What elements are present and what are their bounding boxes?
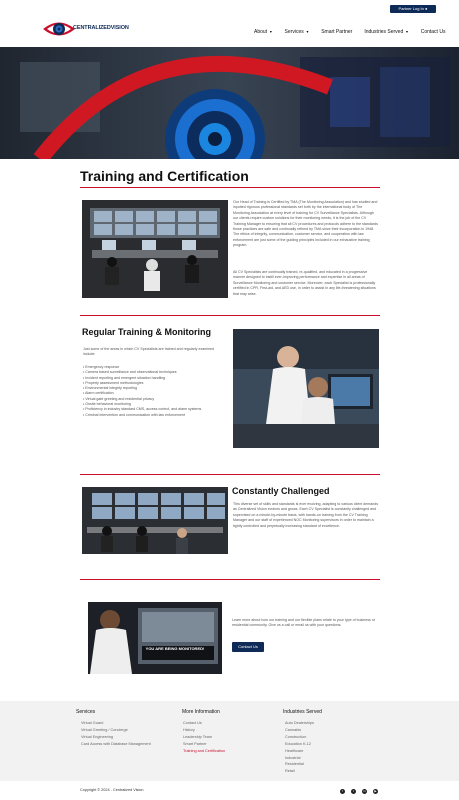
user-icon: ●	[425, 6, 428, 11]
challenged-title: Constantly Challenged	[232, 486, 330, 496]
footer-link[interactable]: Contact Us	[183, 720, 225, 727]
hero-banner	[0, 47, 459, 159]
footer-link[interactable]: Smart Partner	[183, 741, 225, 748]
footer-info-title: More Information	[182, 709, 220, 715]
footer-industries: Industries Served Auto Dealerships Canna…	[283, 709, 322, 775]
copyright-text: Copyright © 2024 - Centralized Vision	[80, 788, 144, 792]
regular-training-intro: Just some of the areas in which CV Speci…	[83, 347, 215, 357]
trainer-photo	[233, 329, 379, 448]
footer-more-info: More Information Contact Us History Lead…	[182, 709, 225, 755]
nav-about-label: About	[254, 29, 268, 35]
monitoring-room-photo	[82, 487, 228, 554]
nav-smart-partner-label: Smart Partner	[321, 29, 353, 35]
footer-link[interactable]: Auto Dealerships	[285, 720, 322, 727]
footer-link[interactable]: Card Access with Database Management	[81, 741, 151, 748]
footer-industries-title: Industries Served	[283, 709, 322, 715]
nav-services-label: Services	[284, 29, 304, 35]
cta-paragraph: Learn more about how our training and ou…	[232, 618, 376, 628]
linkedin-icon[interactable]: in	[362, 789, 367, 794]
control-room-photo	[82, 200, 228, 298]
footer-link[interactable]: Education K-12	[285, 741, 322, 748]
logo-text: CENTRALIZEDVISION	[73, 25, 129, 31]
youtube-icon[interactable]: ▶	[373, 789, 378, 794]
list-item: Criminal intervention and communication …	[83, 413, 201, 418]
regular-training-title: Regular Training & Monitoring	[82, 327, 211, 337]
nav-industries-label: Industries Served	[364, 29, 404, 35]
nav-services[interactable]: Services ▼	[285, 28, 310, 36]
section-divider	[80, 474, 380, 475]
section-divider	[80, 315, 380, 316]
footer-link[interactable]: Construction	[285, 734, 322, 741]
facebook-icon[interactable]: f	[340, 789, 345, 794]
footer-link[interactable]: Industrial	[285, 755, 322, 762]
footer-services-title: Services	[76, 709, 96, 715]
monitoring-operator-photo: YOU ARE BEING MONITORED!	[88, 602, 222, 674]
footer-link-active[interactable]: Training and Certification	[183, 748, 225, 755]
footer-link[interactable]: History	[183, 727, 225, 734]
social-links: f t in ▶	[340, 789, 378, 794]
nav-smart-partner[interactable]: Smart Partner	[321, 28, 352, 36]
footer-link[interactable]: Leadership Team	[183, 734, 225, 741]
partner-login-button[interactable]: Partner Log In ●	[390, 5, 436, 13]
chevron-down-icon: ▼	[305, 30, 310, 34]
footer-link[interactable]: Retail	[285, 768, 322, 775]
nav-contact[interactable]: Contact Us	[421, 28, 446, 36]
training-areas-list: Emergency response Camera based surveill…	[83, 365, 201, 418]
twitter-icon[interactable]: t	[351, 789, 356, 794]
page-title: Training and Certification	[80, 168, 249, 184]
intro-paragraph-2: All CV Specialists are continually train…	[233, 270, 376, 296]
main-nav: About ▼ Services ▼ Smart Partner Industr…	[254, 28, 445, 36]
footer-link[interactable]: Cannabis	[285, 727, 322, 734]
footer-link[interactable]: Virtual Greeting / Concierge	[81, 727, 151, 734]
intro-paragraph-1: Our Head of Training is Certified by TMA…	[233, 200, 378, 248]
hero-eye-image	[0, 47, 459, 159]
chevron-down-icon: ▼	[405, 30, 409, 34]
footer-link[interactable]: Virtual Engineering	[81, 734, 151, 741]
footer-link[interactable]: Residential	[285, 761, 322, 768]
footer: Services Virtual Guard Virtual Greeting …	[0, 701, 459, 781]
nav-about[interactable]: About ▼	[254, 28, 273, 36]
section-divider	[80, 579, 380, 580]
partner-login-label: Partner Log In	[398, 6, 424, 11]
challenged-paragraph: This diverse set of skills and standards…	[233, 502, 379, 528]
section-divider	[80, 187, 380, 188]
nav-contact-label: Contact Us	[420, 29, 446, 35]
chevron-down-icon: ▼	[269, 30, 273, 34]
footer-link[interactable]: Healthcare	[285, 748, 322, 755]
nav-industries[interactable]: Industries Served ▼	[364, 28, 408, 36]
monitored-caption: YOU ARE BEING MONITORED!	[145, 646, 205, 651]
footer-link[interactable]: Virtual Guard	[81, 720, 151, 727]
contact-us-button[interactable]: Contact Us	[232, 642, 264, 652]
footer-services: Services Virtual Guard Virtual Greeting …	[76, 709, 151, 748]
list-item: Proficiency in industry standard CMS, ac…	[83, 407, 201, 412]
